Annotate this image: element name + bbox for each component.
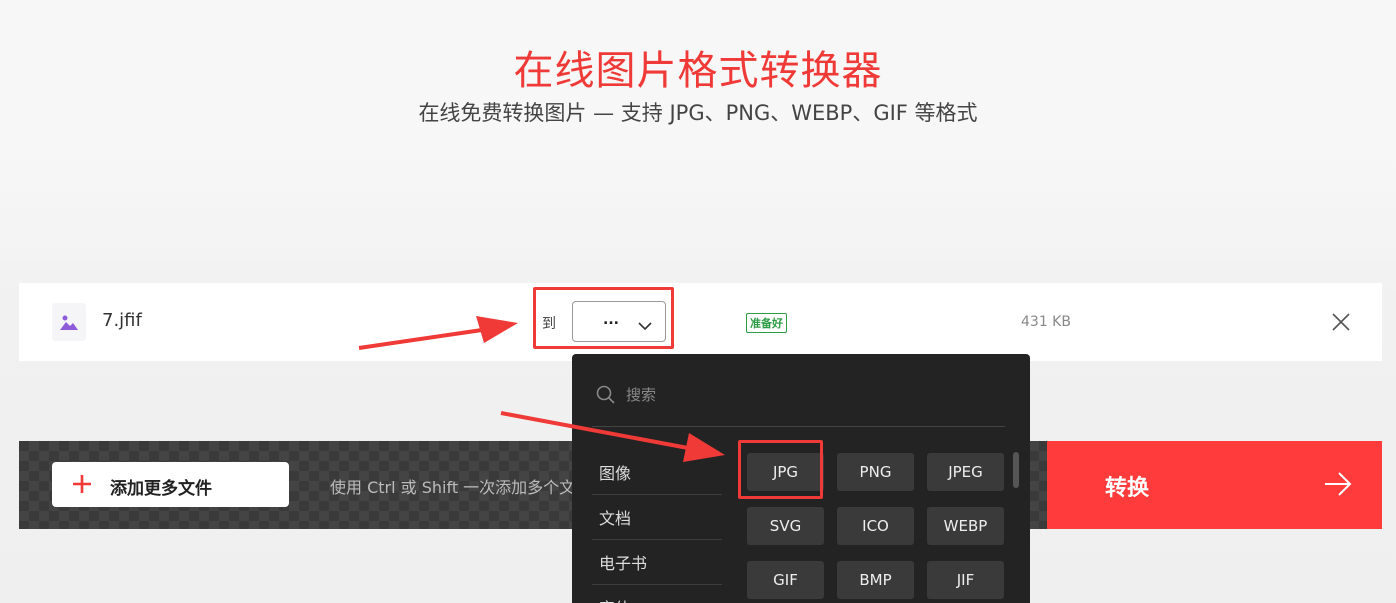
category-document[interactable]: 文档 [592,495,722,540]
close-icon[interactable] [1331,312,1351,336]
image-icon [52,303,86,341]
search-icon [596,385,616,409]
format-option-svg[interactable]: SVG [747,507,824,545]
file-size: 431 KB [1021,314,1071,330]
format-option-bmp[interactable]: BMP [837,561,914,599]
category-label: 电子书 [599,554,648,573]
format-option-jif[interactable]: JIF [927,561,1004,599]
format-search-input[interactable] [626,384,956,406]
format-option-png[interactable]: PNG [837,453,914,491]
file-row: 7.jfif 到 ... 准备好 431 KB [19,283,1382,361]
format-option-webp[interactable]: WEBP [927,507,1004,545]
format-select-highlight [533,287,674,349]
convert-label: 转换 [1105,476,1150,501]
category-image[interactable]: 图像 [592,450,722,495]
category-label: 图像 [599,464,632,483]
format-option-ico[interactable]: ICO [837,507,914,545]
multi-select-hint: 使用 Ctrl 或 Shift 一次添加多个文 [330,478,576,497]
jpg-highlight [738,440,823,499]
category-font[interactable]: 字体 [592,585,722,603]
category-label: 文档 [599,509,632,528]
page-title: 在线图片格式转换器 [513,48,883,94]
status-badge: 准备好 [746,313,787,333]
file-name: 7.jfif [102,310,142,331]
add-more-files-label: 添加更多文件 [110,479,212,499]
convert-button[interactable]: 转换 [1047,441,1382,529]
dropdown-scrollbar[interactable] [1013,452,1019,488]
add-more-files-button[interactable]: 添加更多文件 [52,462,289,507]
search-divider [592,426,1005,427]
page-subtitle: 在线免费转换图片 — 支持 JPG、PNG、WEBP、GIF 等格式 [418,101,978,125]
format-option-jpeg[interactable]: JPEG [927,453,1004,491]
format-option-gif[interactable]: GIF [747,561,824,599]
category-label: 字体 [599,595,631,603]
arrow-right-icon [1324,471,1352,501]
category-ebook[interactable]: 电子书 [592,540,722,585]
plus-icon [72,474,92,498]
